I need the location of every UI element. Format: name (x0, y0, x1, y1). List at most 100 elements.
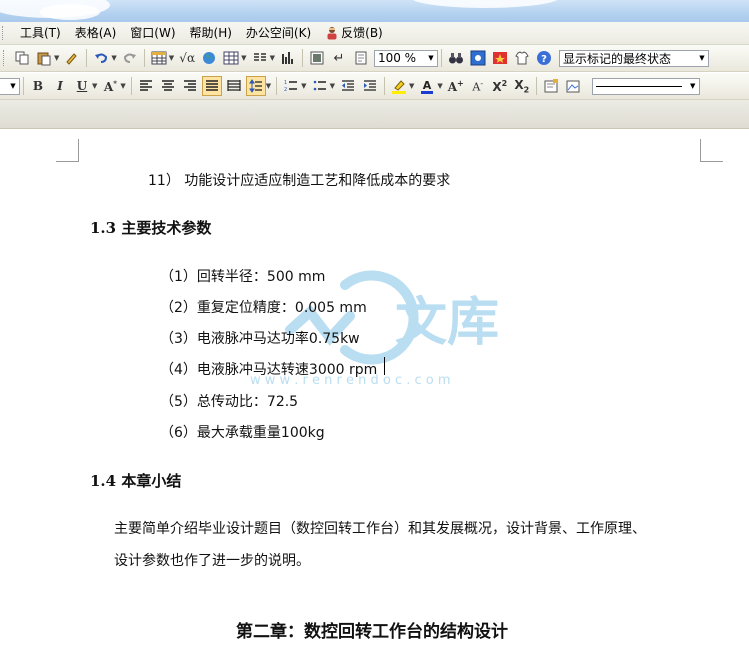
table-dropdown-icon[interactable]: ▼ (169, 54, 174, 62)
copy-button[interactable] (12, 48, 32, 68)
decrease-indent-button[interactable] (338, 76, 358, 96)
paste-dropdown-icon[interactable]: ▼ (54, 54, 59, 62)
distribute-button[interactable] (224, 76, 244, 96)
highlight-dropdown-icon[interactable]: ▼ (409, 82, 414, 90)
toolbar-separator (143, 49, 145, 67)
menu-feedback[interactable]: 反馈(B) (318, 22, 390, 44)
insert-picture-button[interactable] (563, 76, 583, 96)
font-color-button[interactable]: A (417, 76, 437, 96)
svg-text:1: 1 (284, 80, 287, 86)
grow-font-button[interactable]: A+ (446, 76, 466, 96)
border-style-combobox[interactable]: ▼ (591, 77, 700, 95)
insert-textbox-button[interactable] (541, 76, 561, 96)
subscript-button[interactable]: X2 (512, 76, 532, 96)
bullets-button[interactable] (310, 76, 330, 96)
undo-icon (95, 53, 108, 63)
numbering-button[interactable]: 12 (281, 76, 301, 96)
markup-dropdown-icon[interactable]: ▼ (696, 51, 708, 66)
office-helper-button[interactable] (490, 48, 510, 68)
insert-table-button[interactable] (149, 48, 169, 68)
chart-button[interactable] (278, 48, 298, 68)
increase-indent-button[interactable] (360, 76, 380, 96)
char-border-button[interactable]: A* (100, 76, 120, 96)
help-button[interactable]: ? (534, 48, 554, 68)
page-corner-mark-left (56, 139, 79, 162)
toolbar-separator (130, 77, 132, 95)
border-dropdown-icon[interactable]: ▼ (687, 79, 699, 94)
font-color-icon: A (421, 79, 434, 94)
paragraph-mark-button[interactable]: ↵ (329, 48, 349, 68)
zoom-dropdown-icon[interactable]: ▼ (425, 51, 437, 66)
highlight-button[interactable] (389, 76, 409, 96)
markup-state-combobox[interactable]: 显示标记的最终状态 ▼ (558, 49, 709, 67)
bar-chart-icon (281, 52, 293, 64)
undo-dropdown-icon[interactable]: ▼ (111, 54, 116, 62)
align-center-button[interactable] (158, 76, 178, 96)
underline-dropdown-icon[interactable]: ▼ (92, 82, 97, 90)
redo-button[interactable] (120, 48, 140, 68)
textbox-icon (544, 79, 558, 93)
numbering-dropdown-icon[interactable]: ▼ (301, 82, 306, 90)
parameter-item: （5）总传动比：72.5 (160, 394, 299, 410)
justify-icon (205, 80, 218, 91)
grid-icon (223, 51, 239, 65)
menu-window[interactable]: 窗口(W) (123, 22, 182, 44)
align-left-button[interactable] (136, 76, 156, 96)
undo-button[interactable] (91, 48, 111, 68)
summary-paragraph-line: 主要简单介绍毕业设计题目（数控回转工作台）和其发展概况，设计背景、工作原理、 (114, 521, 646, 537)
columns-dropdown-icon[interactable]: ▼ (270, 54, 275, 62)
zoom-combobox[interactable]: 100 % ▼ (373, 49, 438, 67)
columns-button[interactable] (250, 48, 270, 68)
tables-dropdown-icon[interactable]: ▼ (241, 54, 246, 62)
italic-icon: I (57, 79, 63, 93)
superscript-button[interactable]: X2 (490, 76, 510, 96)
section-heading-1-3: 1.3 主要技术参数 (90, 219, 212, 237)
bullets-dropdown-icon[interactable]: ▼ (330, 82, 335, 90)
chapter-title: 第二章：数控回转工作台的结构设计 (236, 622, 508, 642)
underline-button[interactable]: U (72, 76, 92, 96)
format-painter-button[interactable] (62, 48, 82, 68)
menu-table[interactable]: 表格(A) (68, 22, 124, 44)
redo-icon (123, 53, 136, 63)
distribute-icon (227, 80, 241, 91)
image-icon (310, 51, 324, 65)
tables-borders-button[interactable] (221, 48, 241, 68)
justify-button[interactable] (201, 76, 222, 96)
style-dropdown-icon[interactable]: ▼ (7, 79, 19, 94)
svg-text:?: ? (541, 54, 547, 65)
style-combobox[interactable]: ▼ (0, 77, 20, 95)
parameter-item: （2）重复定位精度：0.005 mm (160, 300, 367, 316)
italic-button[interactable]: I (50, 76, 70, 96)
paste-icon (37, 52, 51, 66)
increase-indent-icon (363, 80, 376, 91)
menu-bar: 工具(T) 表格(A) 窗口(W) 帮助(H) 办公空间(K) 反馈(B) (0, 22, 749, 45)
list-item-11: 11） 功能设计应适应制造工艺和降低成本的要求 (148, 173, 451, 189)
menu-tools[interactable]: 工具(T) (13, 22, 68, 44)
read-mode-button[interactable] (468, 48, 488, 68)
shrink-font-button[interactable]: A- (468, 76, 488, 96)
hyperlink-button[interactable] (199, 48, 219, 68)
shirt-button[interactable] (512, 48, 532, 68)
picture-icon (566, 80, 580, 93)
line-spacing-dropdown-icon[interactable]: ▼ (266, 82, 271, 90)
align-right-button[interactable] (180, 76, 200, 96)
font-color-dropdown-icon[interactable]: ▼ (437, 82, 442, 90)
border-line-preview (595, 85, 682, 87)
document-page[interactable] (0, 129, 749, 671)
drawing-button[interactable] (307, 48, 327, 68)
menu-office-space[interactable]: 办公空间(K) (239, 22, 318, 44)
char-border-dropdown-icon[interactable]: ▼ (120, 82, 125, 90)
formula-button[interactable]: √α (177, 48, 197, 68)
align-left-icon (139, 80, 152, 91)
document-map-button[interactable] (351, 48, 371, 68)
line-spacing-button[interactable] (245, 76, 266, 96)
bold-button[interactable]: B (28, 76, 48, 96)
menu-feedback-label: 反馈(B) (341, 26, 383, 40)
find-button[interactable] (446, 48, 466, 68)
svg-text:A: A (423, 79, 432, 92)
paste-button[interactable] (34, 48, 54, 68)
parameter-item: （6）最大承载重量100kg (160, 425, 325, 441)
menu-help[interactable]: 帮助(H) (183, 22, 239, 44)
toolbar-separator (440, 49, 442, 67)
markup-state-value: 显示标记的最终状态 (562, 51, 671, 66)
